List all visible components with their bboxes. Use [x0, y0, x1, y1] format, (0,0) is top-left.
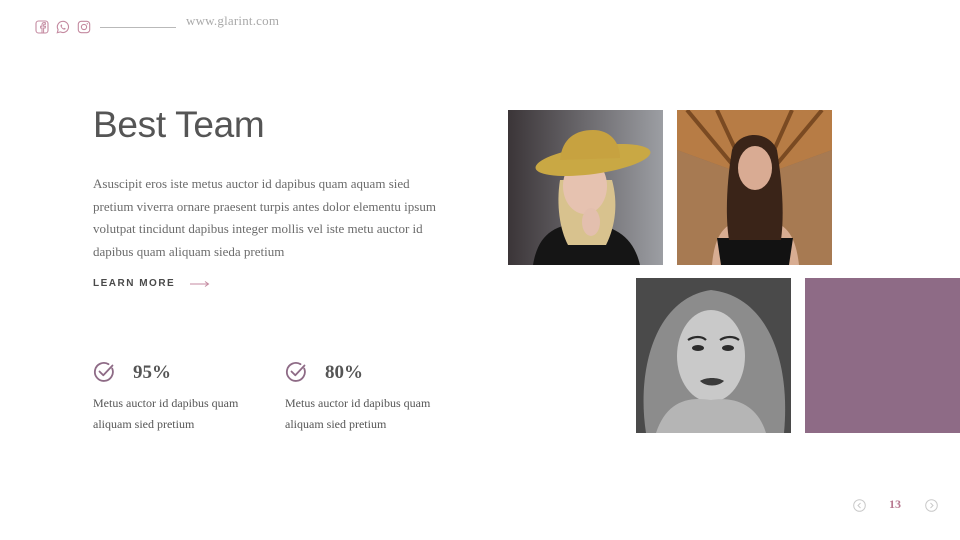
pagination: 13 — [852, 497, 942, 515]
header-divider — [100, 27, 176, 28]
team-photo-woman-on-bridge — [677, 110, 832, 265]
whatsapp-icon[interactable] — [56, 20, 70, 34]
website-url[interactable]: www.glarint.com — [186, 13, 279, 29]
arrow-right-icon — [190, 280, 210, 287]
stat-description: Metus auctor id dapibus quam aliquam sie… — [285, 396, 431, 431]
description-text: Asuscipit eros iste metus auctor id dapi… — [93, 176, 436, 259]
page-title: Best Team — [93, 104, 265, 145]
next-page-button[interactable] — [925, 499, 938, 512]
chevron-right-icon — [925, 499, 938, 512]
team-photo-woman-portrait — [636, 278, 791, 433]
check-circle-icon — [93, 362, 114, 382]
learn-more-label: LEARN MORE — [93, 278, 176, 289]
chevron-left-icon — [853, 499, 866, 512]
check-circle-icon — [285, 362, 306, 382]
instagram-icon[interactable] — [77, 20, 91, 34]
accent-color-block — [805, 278, 960, 433]
learn-more-link[interactable]: LEARN MORE — [93, 278, 210, 289]
stat-value: 95% — [133, 362, 171, 383]
social-links — [35, 20, 91, 34]
page-number: 13 — [889, 497, 901, 511]
prev-page-button[interactable] — [853, 499, 866, 512]
team-photo-woman-in-hat — [508, 110, 663, 265]
facebook-icon[interactable] — [35, 20, 49, 34]
stat-description: Metus auctor id dapibus quam aliquam sie… — [93, 396, 239, 431]
stat-value: 80% — [325, 362, 363, 383]
